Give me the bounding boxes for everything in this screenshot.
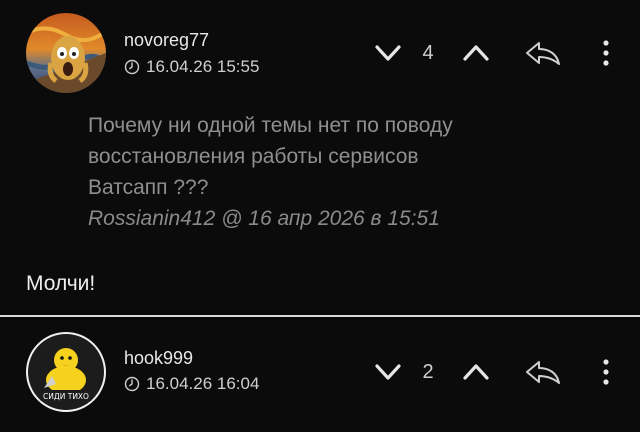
more-options-button[interactable] — [596, 357, 616, 387]
reply-button[interactable] — [522, 358, 564, 386]
rating-count: 4 — [422, 41, 434, 64]
rating-count: 2 — [422, 360, 434, 383]
quote-date: 16 апр 2026 в 15:51 — [248, 207, 440, 230]
reply-arrow-icon — [526, 361, 560, 384]
quote-line: Почему ни одной темы нет по поводу — [88, 114, 453, 137]
vote-up-button[interactable] — [459, 360, 493, 384]
vote-down-button[interactable] — [371, 41, 405, 65]
chevron-down-icon — [375, 364, 401, 380]
more-vertical-icon — [603, 359, 609, 385]
comment-body: Молчи! — [26, 272, 96, 295]
quote-line: восстановления работы сервисов — [88, 145, 419, 168]
comment: СИДИ ТИХО hook999 16.04.26 16:04 2 — [0, 318, 640, 432]
chevron-up-icon — [463, 45, 489, 61]
chevron-up-icon — [463, 364, 489, 380]
comment-divider — [0, 315, 640, 317]
comment-actions: 2 — [0, 318, 640, 432]
quote-attribution: Rossianin412 @ 16 апр 2026 в 15:51 — [88, 203, 558, 234]
quote-line: Ватсапп ??? — [88, 176, 209, 199]
reply-arrow-icon — [526, 42, 560, 65]
quote-author-link[interactable]: Rossianin412 — [88, 207, 215, 230]
vote-up-button[interactable] — [459, 41, 493, 65]
vote-down-button[interactable] — [371, 360, 405, 384]
more-options-button[interactable] — [596, 38, 616, 68]
reply-button[interactable] — [522, 39, 564, 67]
comment: novoreg77 16.04.26 15:55 4 Почему ни одн… — [0, 0, 640, 316]
quoted-message: Почему ни одной темы нет по поводу восст… — [88, 110, 558, 234]
more-vertical-icon — [603, 40, 609, 66]
quote-at-sign: @ — [221, 207, 243, 230]
chevron-down-icon — [375, 45, 401, 61]
